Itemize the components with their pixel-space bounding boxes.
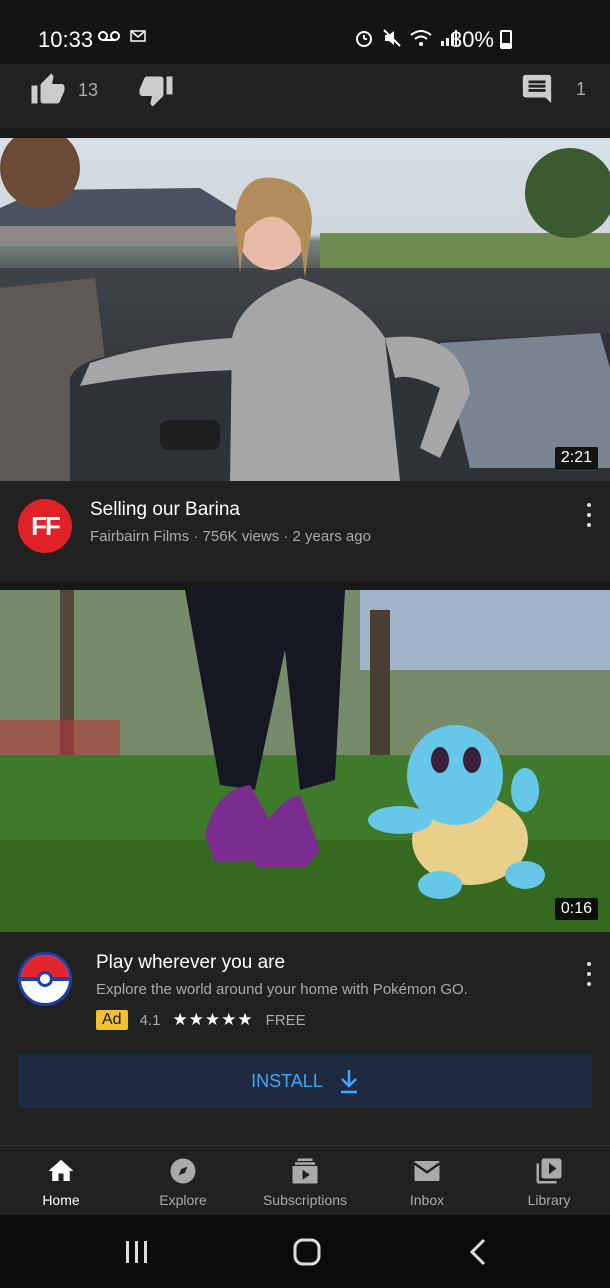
nav-home[interactable]: Home [0, 1146, 122, 1215]
download-icon [340, 1070, 357, 1094]
nav-subscriptions[interactable]: Subscriptions [244, 1146, 366, 1215]
ad-rating-row: Ad 4.1 ★★★★★ FREE [96, 1010, 306, 1030]
nav-explore[interactable]: Explore [122, 1146, 244, 1215]
status-time: 10:33 [38, 27, 94, 52]
battery-percent: 30% [449, 27, 494, 52]
like-count: 13 [78, 79, 99, 100]
nav-label: Inbox [409, 1192, 445, 1208]
ad-thumbnail[interactable]: 0:16 [0, 590, 610, 932]
ad-title[interactable]: Play wherever you are [96, 952, 285, 974]
comments-button[interactable]: 1 [520, 72, 586, 106]
recent-apps-icon[interactable] [122, 1237, 152, 1267]
video-title[interactable]: Selling our Barina [90, 499, 240, 521]
mute-icon [383, 29, 401, 47]
install-button[interactable]: INSTALL [18, 1054, 592, 1108]
more-options-icon[interactable] [582, 503, 596, 527]
nav-label: Library [527, 1192, 571, 1208]
wifi-icon [410, 30, 432, 46]
bottom-navigation: Home Explore Subscriptions Inbox Library [0, 1145, 610, 1215]
nav-inbox[interactable]: Inbox [366, 1146, 488, 1215]
divider [0, 581, 610, 590]
like-button[interactable]: 13 [30, 72, 98, 108]
divider [0, 128, 610, 138]
video-info[interactable]: FF Selling our Barina Fairbairn Films · … [0, 481, 610, 581]
ad-price: FREE [265, 1011, 306, 1029]
comment-icon [522, 74, 552, 104]
pokemon-go-logo[interactable] [18, 952, 72, 1006]
channel-avatar[interactable]: FF [18, 499, 72, 553]
ad-badge: Ad [96, 1010, 128, 1030]
video-subtitle: Fairbairn Films · 756K views · 2 years a… [90, 528, 371, 545]
inbox-icon [413, 1161, 441, 1181]
comment-count: 1 [575, 78, 586, 99]
subscriptions-icon [292, 1158, 318, 1184]
compass-icon [170, 1158, 196, 1184]
video-duration: 2:21 [554, 447, 598, 469]
mail-icon [130, 30, 146, 42]
nav-library[interactable]: Library [488, 1146, 610, 1215]
install-label: INSTALL [251, 1070, 323, 1091]
status-right-icons [354, 28, 458, 48]
ad-rating: 4.1 [139, 1011, 161, 1029]
video-thumbnail[interactable]: 2:21 [0, 138, 610, 481]
ad-description: Explore the world around your home with … [96, 981, 468, 998]
ad-scene [0, 590, 610, 932]
system-navigation-bar [0, 1215, 610, 1288]
voicemail-icon [98, 31, 120, 41]
status-bar: 10:33 30% [0, 0, 610, 64]
ad-duration: 0:16 [554, 898, 598, 920]
alarm-icon [356, 31, 372, 47]
nav-label: Subscriptions [262, 1192, 348, 1208]
thumbnail-scene [0, 138, 610, 481]
library-icon [536, 1158, 562, 1184]
status-left-icons [98, 30, 146, 42]
home-icon [48, 1159, 74, 1181]
battery-icon [500, 30, 512, 49]
ad-info[interactable]: Play wherever you are Explore the world … [0, 932, 610, 1144]
video-actions-bar: 13 1 [0, 64, 610, 128]
thumbs-up-icon [31, 73, 65, 104]
star-rating-icon: ★★★★★ [172, 1010, 254, 1029]
home-button-icon[interactable] [292, 1237, 322, 1267]
thumbs-down-icon [139, 76, 173, 107]
nav-label: Explore [159, 1192, 207, 1208]
nav-label: Home [42, 1192, 80, 1208]
more-options-icon[interactable] [582, 962, 596, 986]
back-icon[interactable] [464, 1237, 494, 1267]
dislike-button[interactable] [138, 72, 174, 113]
